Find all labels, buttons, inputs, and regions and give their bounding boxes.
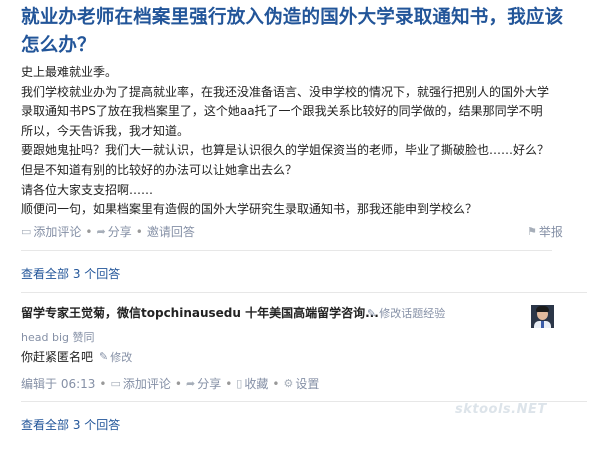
- question-title[interactable]: 就业办老师在档案里强行放入伪造的国外大学录取通知书，我应该怎么办？: [21, 4, 581, 60]
- add-comment-label: 添加评论: [122, 377, 171, 391]
- report-button[interactable]: ⚑ 举报: [527, 223, 563, 240]
- edit-experience-label: 修改话题经验: [379, 307, 446, 320]
- divider: [21, 292, 587, 293]
- question-body-line: 要跟她鬼扯吗？我们大一就认识，也算是认识很久的学姐保资当的老师，毕业了撕破脸也……: [21, 143, 550, 158]
- pencil-icon: ✎: [99, 350, 109, 363]
- report-flag-icon: ⚑: [527, 225, 537, 238]
- question-body: 史上最难就业季。 我们学校就业办为了提高就业率，在我还没准备语言、没申学校的情况…: [21, 63, 581, 220]
- question-body-line: 我们学校就业办为了提高就业率，在我还没准备语言、没申学校的情况下，就强行把别人的…: [21, 84, 550, 99]
- settings-label: 设置: [295, 377, 320, 391]
- answer-content: 你赶紧匿名吧 ✎ 修改: [21, 348, 132, 365]
- gear-icon: ⚙: [283, 377, 294, 390]
- view-all-answers-link[interactable]: 查看全部 3 个回答: [21, 265, 120, 282]
- share-label: 分享: [197, 377, 222, 391]
- add-comment-label: 添加评论: [33, 225, 82, 239]
- answer-add-comment-button[interactable]: ▭ 添加评论: [110, 375, 170, 392]
- divider: [21, 250, 552, 251]
- answer-actions: 编辑于 06:13 • ▭ 添加评论 • ➦ 分享 • ▯ 收藏 • ⚙ 设置: [21, 375, 319, 392]
- question-body-line: 所以，今天告诉我，我才知道。: [21, 123, 190, 138]
- question-body-line: 请各位大家支支招啊……: [21, 182, 154, 197]
- question-body-line: 录取通知书PS了放在我档案里了，这个她aa托了一个跟我关系比较好的同学做的，结果…: [21, 104, 543, 119]
- collect-label: 收藏: [244, 377, 269, 391]
- edited-time: 编辑于 06:13: [21, 377, 96, 391]
- comment-icon: ▭: [21, 225, 32, 238]
- share-icon: ➦: [185, 377, 196, 390]
- collect-button[interactable]: ▯ 收藏: [236, 375, 268, 392]
- separator-dot: •: [272, 376, 280, 391]
- settings-button[interactable]: ⚙ 设置: [283, 375, 319, 392]
- collect-icon: ▯: [236, 377, 243, 390]
- answer-text: 你赶紧匿名吧: [21, 350, 94, 364]
- share-button[interactable]: ➦ 分享: [97, 223, 132, 240]
- report-label: 举报: [538, 225, 563, 239]
- watermark-logo: sktools.NET: [455, 402, 547, 417]
- modify-label: 修改: [110, 350, 133, 364]
- modify-answer-button[interactable]: ✎ 修改: [99, 349, 132, 365]
- separator-dot: •: [85, 224, 93, 239]
- edit-experience-button[interactable]: ✎ 修改话题经验: [367, 305, 445, 321]
- question-body-line: 但是不知道有别的比较好的办法可以让她拿出去么？: [21, 162, 298, 177]
- share-icon: ➦: [96, 225, 106, 238]
- share-label: 分享: [107, 225, 132, 239]
- invite-label: 邀请回答: [146, 225, 195, 239]
- answer-share-button[interactable]: ➦ 分享: [186, 375, 221, 392]
- question-body-line: 史上最难就业季。: [21, 65, 118, 79]
- avatar[interactable]: [531, 305, 554, 328]
- add-comment-button[interactable]: ▭ 添加评论: [21, 223, 81, 240]
- question-actions: ▭ 添加评论 • ➦ 分享 • 邀请回答: [21, 223, 552, 240]
- question-body-line: 顺便问一句，如果档案里有造假的国外大学研究生录取通知书，那我还能申到学校么？: [21, 202, 478, 217]
- separator-dot: •: [135, 224, 143, 239]
- separator-dot: •: [225, 376, 233, 391]
- separator-dot: •: [99, 376, 107, 391]
- separator-dot: •: [174, 376, 182, 391]
- view-all-answers-link[interactable]: 查看全部 3 个回答: [21, 416, 120, 433]
- invite-answer-button[interactable]: 邀请回答: [147, 223, 195, 240]
- answer-author[interactable]: 留学专家王觉菊，微信topchinausedu 十年美国高端留学咨询...: [21, 304, 379, 321]
- author-subline: head big 赞同: [21, 331, 95, 344]
- comment-icon: ▭: [110, 377, 121, 390]
- pencil-icon: ✎: [367, 306, 377, 320]
